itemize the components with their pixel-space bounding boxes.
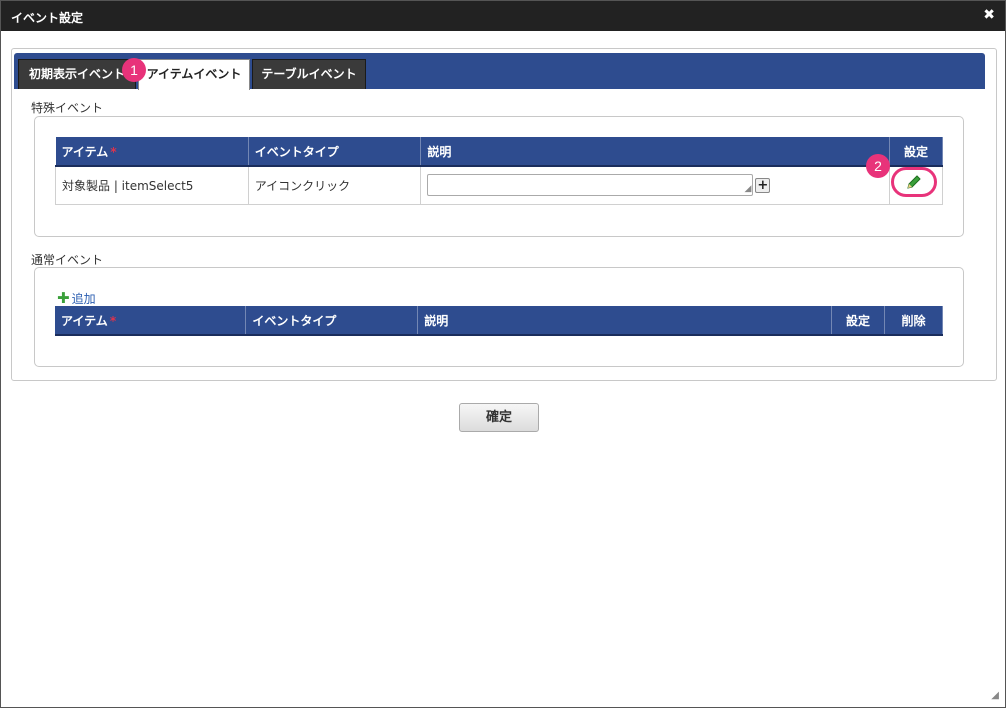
confirm-button[interactable]: 確定 xyxy=(459,403,539,432)
item-cell: 対象製品 | itemSelect5 xyxy=(55,165,249,205)
close-icon[interactable]: ✖ xyxy=(983,7,995,23)
dialog-resize-handle[interactable]: ◢ xyxy=(991,690,999,701)
column-header-settings: 設定 xyxy=(831,306,885,336)
callout-badge-1: 1 xyxy=(122,58,146,82)
column-header-event-type: イベントタイプ xyxy=(248,137,422,167)
tab-table-event[interactable]: テーブルイベント xyxy=(252,59,366,89)
column-header-item: アイテム * xyxy=(55,137,249,167)
add-event-label: 追加 xyxy=(71,292,96,306)
add-icon: ✚ xyxy=(57,289,70,307)
event-settings-dialog: イベント設定 ✖ 初期表示イベント アイテムイベント テーブルイベント 1 特殊… xyxy=(0,0,1006,708)
table-header-row: アイテム * イベントタイプ 説明 設定 削除 xyxy=(55,306,944,336)
tab-bar: 初期表示イベント アイテムイベント テーブルイベント xyxy=(14,53,985,90)
event-type-cell: アイコンクリック xyxy=(247,165,422,205)
tab-item-event[interactable]: アイテムイベント xyxy=(138,59,250,90)
special-events-table: アイテム * イベントタイプ 説明 設定 対象製品 | itemSelect5 ア… xyxy=(55,137,943,205)
column-header-delete: 削除 xyxy=(884,306,944,336)
resize-grip-icon: ◢ xyxy=(744,184,752,195)
dialog-title: イベント設定 xyxy=(11,11,84,25)
add-event-link[interactable]: ✚ 追加 xyxy=(57,289,96,307)
description-cell: ◢ + xyxy=(420,165,891,205)
table-row: 対象製品 | itemSelect5 アイコンクリック ◢ + xyxy=(55,165,943,205)
tab-initial-display-event[interactable]: 初期表示イベント xyxy=(18,59,136,89)
normal-events-table: アイテム * イベントタイプ 説明 設定 削除 xyxy=(55,306,944,336)
special-events-label: 特殊イベント xyxy=(31,101,104,115)
column-header-settings: 設定 xyxy=(889,137,943,167)
edit-settings-button[interactable] xyxy=(891,167,937,197)
expand-description-button[interactable]: + xyxy=(755,177,771,193)
pencil-icon xyxy=(907,175,921,189)
normal-events-label: 通常イベント xyxy=(31,253,104,267)
table-header-row: アイテム * イベントタイプ 説明 設定 xyxy=(55,137,943,167)
column-header-description: 説明 xyxy=(420,137,891,167)
dialog-titlebar[interactable]: イベント設定 ✖ xyxy=(1,1,1005,31)
column-header-description: 説明 xyxy=(417,306,833,336)
callout-badge-2: 2 xyxy=(866,154,890,178)
description-input[interactable]: ◢ xyxy=(427,174,754,197)
column-header-item: アイテム * xyxy=(55,306,247,336)
column-header-event-type: イベントタイプ xyxy=(245,306,419,336)
